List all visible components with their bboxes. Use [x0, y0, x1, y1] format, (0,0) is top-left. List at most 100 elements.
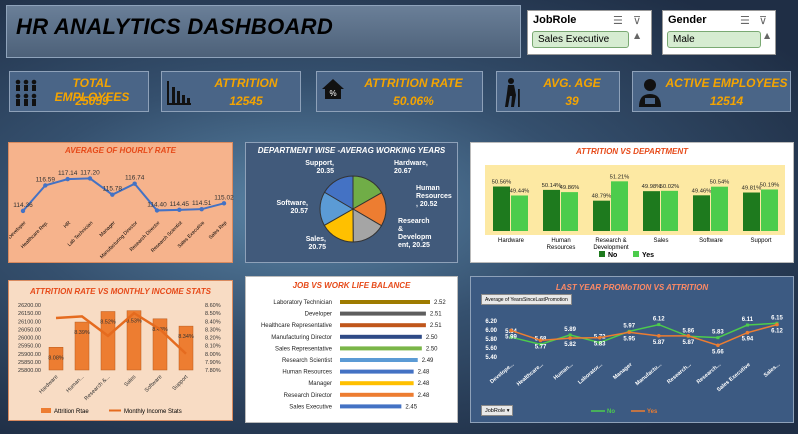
- promo-data-label: 5.94: [742, 337, 754, 343]
- promo-y-tick: 5.40: [485, 355, 497, 361]
- promo-point: [716, 336, 720, 340]
- hourly-rate-point: [199, 206, 204, 212]
- wlb-bar: [340, 381, 414, 386]
- income-bar-label: 8.08%: [48, 355, 64, 361]
- attrition-category-label: Software: [699, 238, 723, 244]
- attrition-bar-label: 48.79%: [592, 194, 612, 200]
- promo-category-label: Research...: [666, 362, 693, 386]
- wlb-bar: [340, 369, 414, 374]
- attrition-category-label: Research & Development: [593, 238, 629, 251]
- gender-slicer[interactable]: Gender ☰ ⊽ Male ▲: [662, 10, 776, 55]
- hourly-rate-data-label: 115.78: [103, 186, 123, 193]
- promo-point: [745, 330, 750, 335]
- multiselect-icon[interactable]: ☰: [613, 14, 623, 27]
- income-left-tick: 26050.00: [18, 327, 41, 333]
- kpi-attrition: ATTRITION 12545: [161, 71, 301, 112]
- wlb-category-label: Research Scientist: [282, 358, 332, 364]
- income-category-label: Hardware: [38, 374, 59, 395]
- promo-data-label: 5.99: [505, 334, 517, 340]
- kpi-active-employees: ACTIVE EMPLOYEES 12514: [632, 71, 791, 112]
- promo-category-label: Manufactu...: [635, 362, 664, 388]
- wlb-bar: [340, 346, 422, 351]
- income-right-tick: 8.20%: [205, 336, 221, 342]
- legend-swatch: [41, 408, 51, 413]
- promo-category-label: Laborator...: [577, 362, 604, 386]
- wlb-bar-label: 2.50: [426, 346, 438, 352]
- gender-slicer-selected[interactable]: Male: [667, 31, 761, 48]
- attrition-bar: [593, 200, 610, 231]
- wlb-bar: [340, 311, 426, 316]
- gender-slicer-label: Gender: [668, 14, 707, 26]
- attrition-category-label: Sales: [653, 238, 668, 244]
- dept-years-chart: Hardware, 20.67 Human Resources, 20.52 Resea…: [276, 160, 452, 251]
- scroll-up-icon[interactable]: ▲: [634, 31, 640, 40]
- clear-filter-icon[interactable]: ⊽: [633, 14, 641, 27]
- promo-point: [686, 334, 691, 338]
- promo-y-tick: 5.80: [485, 337, 497, 343]
- kpi-attrition-value: 12545: [229, 94, 263, 108]
- bar-chart-icon: [167, 81, 191, 105]
- income-right-tick: 8.60%: [205, 303, 221, 309]
- house-percent-icon: %: [322, 79, 344, 99]
- wlb-bar-label: 2.45: [405, 404, 417, 410]
- hourly-rate-data-label: 114.51: [192, 200, 212, 207]
- promo-data-label: 6.11: [742, 317, 754, 323]
- page-title: HR ANALYTICS DASHBOARD: [16, 14, 334, 39]
- clear-filter-icon[interactable]: ⊽: [759, 14, 767, 27]
- hourly-rate-data-label: 117.20: [80, 169, 100, 176]
- promo-field-button[interactable]: Average of YearsSinceLastPromotion: [481, 294, 572, 305]
- wlb-bar-label: 2.49: [422, 358, 434, 364]
- promo-point: [568, 336, 572, 340]
- multiselect-icon[interactable]: ☰: [740, 14, 750, 27]
- pie-slice-label: Hardware, 20.67: [394, 160, 428, 175]
- jobrole-slicer-label: JobRole: [533, 14, 577, 26]
- income-right-tick: 8.00%: [205, 352, 221, 358]
- wlb-bar-label: 2.48: [418, 393, 430, 399]
- income-bar-label: 8.34%: [178, 334, 194, 340]
- hourly-rate-category-label: Manufacturing Director: [99, 220, 139, 260]
- kpi-avg-age: AVG. AGE 39: [496, 71, 620, 112]
- promo-filter-button[interactable]: JobRole ▾: [481, 405, 514, 416]
- income-category-label: Research &...: [84, 374, 112, 402]
- promo-data-label: 5.82: [564, 342, 576, 348]
- income-category-label: Human...: [65, 374, 85, 394]
- income-panel: ATTRITION RATE VS MONTHLY INCOME STATS 2…: [8, 280, 233, 421]
- kpi-avg-age-label: AVG. AGE: [543, 76, 601, 90]
- attrition-bar-label: 49.98%: [642, 184, 662, 190]
- pie-slice-label: Sales, 20.75: [306, 236, 326, 251]
- promo-y-tick: 6.00: [485, 328, 497, 334]
- attrition-dept-title: ATTRITION VS DEPARTMENT: [576, 147, 688, 156]
- jobrole-slicer[interactable]: JobRole ☰ ⊽ Sales Executive ▲: [527, 10, 652, 55]
- promo-point: [538, 338, 543, 343]
- wlb-bar: [340, 404, 402, 409]
- promo-data-label: 5.89: [564, 327, 576, 333]
- hourly-rate-data-label: 116.59: [36, 176, 56, 183]
- promo-data-label: 5.83: [712, 330, 724, 336]
- scroll-up-icon[interactable]: ▲: [764, 31, 770, 40]
- promo-data-label: 5.86: [682, 328, 694, 334]
- promo-data-label: 5.66: [712, 349, 724, 355]
- jobrole-slicer-selected[interactable]: Sales Executive: [532, 31, 629, 48]
- kpi-active-employees-label: ACTIVE EMPLOYEES: [665, 76, 788, 90]
- legend-label: Yes: [642, 252, 654, 259]
- wlb-title: JOB VS WORK LIFE BALANCE: [292, 281, 411, 290]
- promo-y-tick: 6.20: [485, 319, 497, 325]
- people-group-icon: [15, 79, 37, 106]
- wlb-category-label: Sales Executive: [289, 404, 332, 410]
- hourly-rate-title: AVERAGE OF HOURLY RATE: [65, 146, 176, 155]
- hourly-rate-point: [221, 201, 227, 206]
- kpi-total-employees-value: 25059: [75, 94, 109, 108]
- pie-slice-label: Human Resources, 20.52: [416, 185, 452, 208]
- income-left-tick: 25950.00: [18, 344, 41, 350]
- wlb-bar: [340, 300, 430, 304]
- hourly-rate-category-label: Developer: [9, 220, 28, 241]
- promo-data-label: 5.95: [623, 336, 635, 342]
- attrition-bar: [511, 195, 528, 231]
- attrition-bar-label: 50.54%: [710, 180, 730, 186]
- income-left-tick: 26150.00: [18, 311, 41, 317]
- kpi-total-employees: TOTAL EMPLOYEES 25059: [9, 71, 149, 112]
- attrition-bar-label: 50.14%: [542, 183, 562, 189]
- promo-point: [745, 323, 749, 327]
- wlb-category-label: Sales Representative: [275, 346, 333, 352]
- promo-data-label: 6.15: [771, 315, 783, 321]
